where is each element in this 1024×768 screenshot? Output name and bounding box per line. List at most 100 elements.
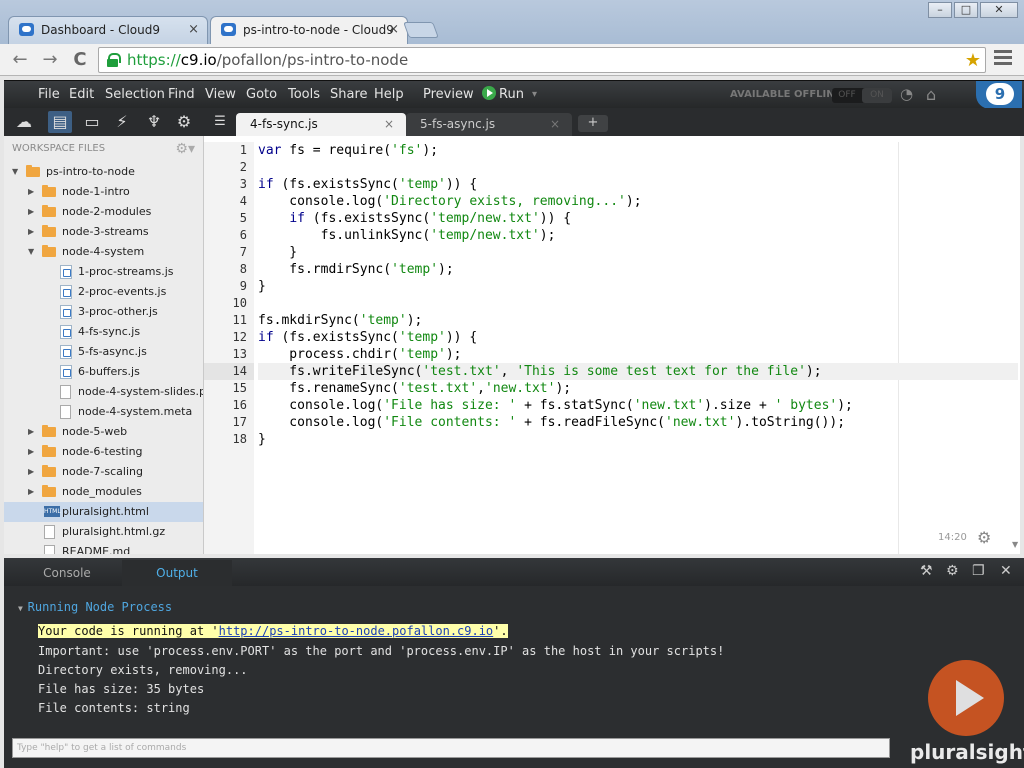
code-line[interactable]: fs.unlinkSync('temp/new.txt');: [258, 227, 1018, 244]
cloud9-panel-icon[interactable]: ☁: [12, 111, 36, 133]
code-line[interactable]: }: [258, 431, 1018, 448]
tree-file[interactable]: 2-proc-events.js: [4, 282, 203, 302]
tree-folder[interactable]: ▶ node-5-web: [4, 422, 203, 442]
expanded-caret-icon[interactable]: ▼: [28, 242, 34, 262]
menu-selection[interactable]: Selection: [105, 81, 165, 109]
editor-settings-gear-icon[interactable]: ⚙: [977, 528, 991, 547]
performance-gauge-icon[interactable]: ◔: [900, 81, 913, 109]
menu-share[interactable]: Share: [330, 81, 368, 109]
code-line[interactable]: fs.rmdirSync('temp');: [258, 261, 1018, 278]
collapsed-caret-icon[interactable]: ▶: [28, 462, 34, 482]
browser-menu-icon[interactable]: [994, 50, 1012, 68]
tab-output[interactable]: Output: [122, 560, 232, 586]
menu-help[interactable]: Help: [374, 81, 404, 109]
restore-panel-icon[interactable]: ❐: [972, 563, 985, 579]
close-tab-icon[interactable]: ×: [384, 113, 394, 135]
tree-file[interactable]: 6-buffers.js: [4, 362, 203, 382]
settings-gear-icon[interactable]: ⚙: [172, 111, 196, 133]
browser-tab-active[interactable]: ps-intro-to-node - Cloud9 ×: [210, 16, 408, 44]
back-button[interactable]: ←: [8, 48, 32, 72]
app-url-link[interactable]: http://ps-intro-to-node.pofallon.c9.io: [219, 624, 494, 638]
collapsed-caret-icon[interactable]: ▶: [28, 222, 34, 242]
code-line[interactable]: console.log('Directory exists, removing.…: [258, 193, 1018, 210]
close-panel-icon[interactable]: ✕: [1000, 563, 1012, 579]
code-line[interactable]: if (fs.existsSync('temp')) {: [258, 176, 1018, 193]
run-button[interactable]: Run: [482, 81, 524, 109]
tree-file[interactable]: 5-fs-async.js: [4, 342, 203, 362]
code-line[interactable]: if (fs.existsSync('temp/new.txt')) {: [258, 210, 1018, 227]
code-line[interactable]: console.log('File contents: ' + fs.readF…: [258, 414, 1018, 431]
close-tab-icon[interactable]: ×: [188, 17, 199, 43]
browser-tab-dashboard[interactable]: Dashboard - Cloud9 ×: [8, 16, 208, 44]
address-bar[interactable]: https://c9.io/pofallon/ps-intro-to-node …: [98, 47, 986, 73]
code-line[interactable]: }: [258, 244, 1018, 261]
tree-folder[interactable]: ▼ ps-intro-to-node: [4, 162, 203, 182]
workspace-files-icon[interactable]: ▤: [48, 111, 72, 133]
clear-broom-icon[interactable]: ⚒: [920, 563, 933, 579]
editor-tab-5-fs-async[interactable]: 5-fs-async.js ×: [406, 113, 572, 136]
tree-file[interactable]: node-4-system.meta: [4, 402, 203, 422]
reload-button[interactable]: C: [68, 48, 92, 72]
open-files-icon[interactable]: ▭: [80, 111, 104, 133]
tree-folder[interactable]: ▼ node-4-system: [4, 242, 203, 262]
home-icon[interactable]: ⌂: [926, 81, 936, 109]
add-tab-button[interactable]: +: [578, 115, 608, 132]
code-line[interactable]: fs.mkdirSync('temp');: [258, 312, 1018, 329]
code-editor[interactable]: 1 2 3 4 5 6 7 8 9 10 11 12 13 14 15 16 17 18 var fs = req…: [204, 136, 1020, 554]
menu-view[interactable]: View: [205, 81, 236, 109]
menu-edit[interactable]: Edit: [69, 81, 94, 109]
code-line[interactable]: }: [258, 278, 1018, 295]
tree-folder[interactable]: ▶ node-2-modules: [4, 202, 203, 222]
code-line[interactable]: if (fs.existsSync('temp')) {: [258, 329, 1018, 346]
menu-tools[interactable]: Tools: [288, 81, 320, 109]
bookmark-star-icon[interactable]: ★: [965, 49, 981, 73]
tree-file[interactable]: HTML pluralsight.html: [4, 502, 203, 522]
collapsed-caret-icon[interactable]: ▶: [28, 442, 34, 462]
cloud9-logo-icon[interactable]: [976, 81, 1022, 109]
run-panel-icon[interactable]: ⚡: [110, 111, 134, 133]
command-input[interactable]: Type "help" to get a list of commands: [12, 738, 890, 758]
menu-find[interactable]: Find: [168, 81, 195, 109]
preview-button[interactable]: Preview: [423, 81, 474, 109]
tree-folder[interactable]: ▶ node-7-scaling: [4, 462, 203, 482]
deploy-icon[interactable]: ♆: [142, 111, 166, 133]
code-line[interactable]: fs.writeFileSync('test.txt', 'This is so…: [258, 363, 1018, 380]
tree-folder[interactable]: ▶ node-3-streams: [4, 222, 203, 242]
editor-tab-4-fs-sync[interactable]: 4-fs-sync.js ×: [236, 113, 406, 136]
tree-file[interactable]: 1-proc-streams.js: [4, 262, 203, 282]
code-line[interactable]: fs.renameSync('test.txt','new.txt');: [258, 380, 1018, 397]
new-tab-button[interactable]: [403, 22, 439, 38]
code-line[interactable]: [258, 295, 1018, 312]
scroll-down-icon[interactable]: ▼: [1012, 540, 1018, 549]
code-area[interactable]: var fs = require('fs'); if (fs.existsSync…: [258, 142, 1018, 448]
code-line[interactable]: process.chdir('temp');: [258, 346, 1018, 363]
tab-console[interactable]: Console: [12, 560, 122, 586]
process-title[interactable]: ▼ Running Node Process: [18, 598, 172, 617]
code-line[interactable]: [258, 159, 1018, 176]
menu-goto[interactable]: Goto: [246, 81, 277, 109]
expanded-caret-icon[interactable]: ▼: [12, 162, 18, 182]
menu-file[interactable]: File: [38, 81, 60, 109]
tree-file[interactable]: 3-proc-other.js: [4, 302, 203, 322]
tree-file[interactable]: 4-fs-sync.js: [4, 322, 203, 342]
maximize-button[interactable]: □: [954, 2, 978, 18]
forward-button[interactable]: →: [38, 48, 62, 72]
collapsed-caret-icon[interactable]: ▶: [28, 202, 34, 222]
tree-folder[interactable]: ▶ node-6-testing: [4, 442, 203, 462]
run-dropdown-icon[interactable]: ▾: [532, 81, 537, 109]
collapsed-caret-icon[interactable]: ▶: [28, 182, 34, 202]
tree-folder[interactable]: ▶ node-1-intro: [4, 182, 203, 202]
collapsed-caret-icon[interactable]: ▶: [28, 482, 34, 502]
tree-file[interactable]: README.md: [4, 542, 203, 554]
code-line[interactable]: var fs = require('fs');: [258, 142, 1018, 159]
code-line[interactable]: console.log('File has size: ' + fs.statS…: [258, 397, 1018, 414]
sidebar-gear-icon[interactable]: ⚙▾: [175, 136, 195, 162]
tree-file[interactable]: pluralsight.html.gz: [4, 522, 203, 542]
minimize-button[interactable]: –: [928, 2, 952, 18]
close-tab-icon[interactable]: ×: [550, 113, 560, 135]
close-tab-icon[interactable]: ×: [388, 17, 399, 43]
tree-folder[interactable]: ▶ node_modules: [4, 482, 203, 502]
tab-list-icon[interactable]: ☰: [208, 111, 232, 133]
close-window-button[interactable]: ✕: [980, 2, 1018, 18]
offline-toggle[interactable]: OFF ON: [832, 88, 892, 103]
